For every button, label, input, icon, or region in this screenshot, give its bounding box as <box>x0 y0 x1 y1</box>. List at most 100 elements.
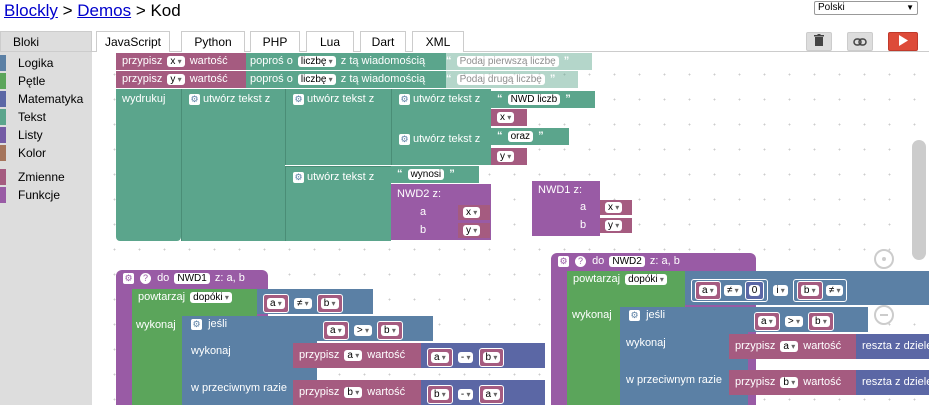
compare-gt-block[interactable]: a > b <box>317 316 433 341</box>
tab-lua[interactable]: Lua <box>306 31 354 52</box>
variable-x-dropdown[interactable]: x <box>605 201 623 213</box>
variable-a-dropdown[interactable]: a <box>482 388 501 400</box>
operator-dropdown[interactable]: - <box>457 389 474 400</box>
prompt-type-dropdown[interactable]: liczbę <box>297 73 336 85</box>
text-literal-block[interactable]: “ Podaj drugą liczbę ” <box>440 71 578 88</box>
gear-icon[interactable]: ⚙ <box>123 272 134 284</box>
compare-gt-block[interactable]: a > b <box>748 307 868 332</box>
variable-get-block[interactable]: a <box>695 281 721 300</box>
assign-a-block[interactable]: przypisz a wartość <box>293 343 421 368</box>
text-field[interactable]: NWD liczb <box>507 93 561 105</box>
variable-get-block[interactable]: b <box>427 385 453 404</box>
call-nwd1-block[interactable]: NWD1 z: <box>532 181 600 236</box>
toolbox-category-text[interactable]: Tekst <box>0 108 92 126</box>
compare-neq-block[interactable]: a ≠ b <box>257 289 373 314</box>
operator-dropdown[interactable]: ≠ <box>293 298 312 309</box>
gear-icon[interactable]: ⚙ <box>189 93 200 105</box>
prompt-number-block[interactable]: poproś o liczbę z tą wiadomością <box>246 53 446 70</box>
language-select[interactable]: Polski ▼ <box>814 1 918 15</box>
vertical-scrollbar[interactable] <box>912 140 926 260</box>
assign-b-block[interactable]: przypisz b wartość <box>293 380 421 405</box>
variable-x-dropdown[interactable]: x <box>497 111 515 123</box>
compare-neq-block[interactable]: a ≠ 0 <box>691 279 769 302</box>
tab-php[interactable]: PHP <box>250 31 300 52</box>
variable-get-block[interactable]: x <box>458 205 490 220</box>
variable-get-block[interactable]: b <box>478 348 505 367</box>
logic-and-block[interactable]: a ≠ 0 i b ≠ <box>685 271 929 305</box>
gear-icon[interactable]: ⚙ <box>399 93 410 105</box>
gear-icon[interactable]: ⚙ <box>629 309 640 321</box>
text-field[interactable]: Podaj pierwszą liczbę <box>456 55 559 67</box>
trash-button[interactable] <box>806 32 832 51</box>
variable-y-dropdown[interactable]: y <box>497 150 515 162</box>
operator-dropdown[interactable]: - <box>457 352 474 363</box>
assign-x-block[interactable]: przypisz x wartość <box>116 53 249 70</box>
variable-x-dropdown[interactable]: x <box>167 55 185 67</box>
operator-dropdown[interactable]: > <box>784 316 803 327</box>
variable-b-dropdown[interactable]: b <box>344 386 363 398</box>
variable-a-dropdown[interactable]: a <box>758 315 776 327</box>
variable-y-dropdown[interactable]: y <box>605 219 623 231</box>
variable-get-block[interactable]: x <box>491 109 527 126</box>
assign-y-block[interactable]: przypisz y wartość <box>116 71 249 88</box>
tab-python[interactable]: Python <box>181 31 245 52</box>
tab-dart[interactable]: Dart <box>360 31 406 52</box>
number-field[interactable]: 0 <box>748 284 761 296</box>
remainder-block[interactable]: reszta z dziele <box>856 334 929 359</box>
gear-icon[interactable]: ⚙ <box>558 255 569 267</box>
variable-get-block[interactable]: y <box>491 148 527 165</box>
arithmetic-minus-block[interactable]: b - a <box>421 380 545 405</box>
join-text-block[interactable]: ⚙ utwórz tekst z <box>285 166 391 241</box>
variable-b-dropdown[interactable]: b <box>482 351 501 363</box>
variable-b-dropdown[interactable]: b <box>381 324 399 336</box>
print-block[interactable]: wydrukuj <box>116 89 181 241</box>
variable-y-dropdown[interactable]: y <box>167 73 185 85</box>
tab-javascript[interactable]: JavaScript <box>96 31 170 52</box>
number-block[interactable]: 0 <box>744 281 765 300</box>
arithmetic-minus-block[interactable]: a - b <box>421 343 545 368</box>
variable-x-dropdown[interactable]: x <box>463 206 481 218</box>
logic-operator-dropdown[interactable]: i <box>773 285 788 296</box>
tab-xml[interactable]: XML <box>412 31 464 52</box>
variable-get-block[interactable]: a <box>478 385 505 404</box>
operator-dropdown[interactable]: ≠ <box>723 285 742 296</box>
toolbox-category-math[interactable]: Matematyka <box>0 90 92 108</box>
gear-icon[interactable]: ⚙ <box>191 318 202 330</box>
tab-blocks[interactable]: Bloki <box>0 31 92 52</box>
variable-b-dropdown[interactable]: b <box>320 297 339 309</box>
join-text-block[interactable]: ⚙ utwórz tekst z <box>285 89 391 165</box>
variable-get-block[interactable]: a <box>427 348 453 367</box>
toolbox-category-lists[interactable]: Listy <box>0 126 92 144</box>
remainder-block[interactable]: reszta z dziele <box>856 370 929 395</box>
join-text-block[interactable]: ⚙ utwórz tekst z <box>391 89 491 129</box>
variable-get-block[interactable]: a <box>323 321 349 340</box>
link-button[interactable] <box>847 32 873 51</box>
variable-y-dropdown[interactable]: y <box>463 224 481 236</box>
text-literal-block[interactable]: “ oraz ” <box>491 128 569 145</box>
gear-icon[interactable]: ⚙ <box>399 133 410 145</box>
operator-dropdown[interactable]: ≠ <box>825 285 844 296</box>
variable-a-dropdown[interactable]: a <box>780 340 799 352</box>
variable-get-block[interactable]: b <box>808 312 834 331</box>
variable-get-block[interactable]: a <box>263 294 289 313</box>
text-literal-block[interactable]: “ Podaj pierwszą liczbę ” <box>440 53 592 70</box>
text-literal-block[interactable]: “ wynosi ” <box>391 166 479 183</box>
variable-b-dropdown[interactable]: b <box>780 376 799 388</box>
function-name-field[interactable]: NWD1 <box>174 272 210 284</box>
breadcrumb-blockly-link[interactable]: Blockly <box>4 1 58 20</box>
join-text-block[interactable]: ⚙ utwórz tekst z <box>181 89 285 241</box>
toolbox-category-variables[interactable]: Zmienne <box>0 168 92 186</box>
breadcrumb-demos-link[interactable]: Demos <box>77 1 131 20</box>
run-button[interactable] <box>888 32 918 51</box>
assign-b-block[interactable]: przypisz b wartość <box>729 370 856 395</box>
toolbox-category-colour[interactable]: Kolor <box>0 144 92 162</box>
variable-b-dropdown[interactable]: b <box>812 315 830 327</box>
text-field[interactable]: Podaj drugą liczbę <box>456 73 545 85</box>
variable-a-dropdown[interactable]: a <box>431 351 449 363</box>
gear-icon[interactable]: ⚙ <box>293 93 304 105</box>
prompt-type-dropdown[interactable]: liczbę <box>297 55 336 67</box>
text-field[interactable]: oraz <box>507 130 534 142</box>
variable-get-block[interactable]: y <box>458 223 490 238</box>
prompt-number-block[interactable]: poproś o liczbę z tą wiadomością <box>246 71 446 88</box>
join-text-block[interactable]: ⚙ utwórz tekst z <box>391 129 491 165</box>
